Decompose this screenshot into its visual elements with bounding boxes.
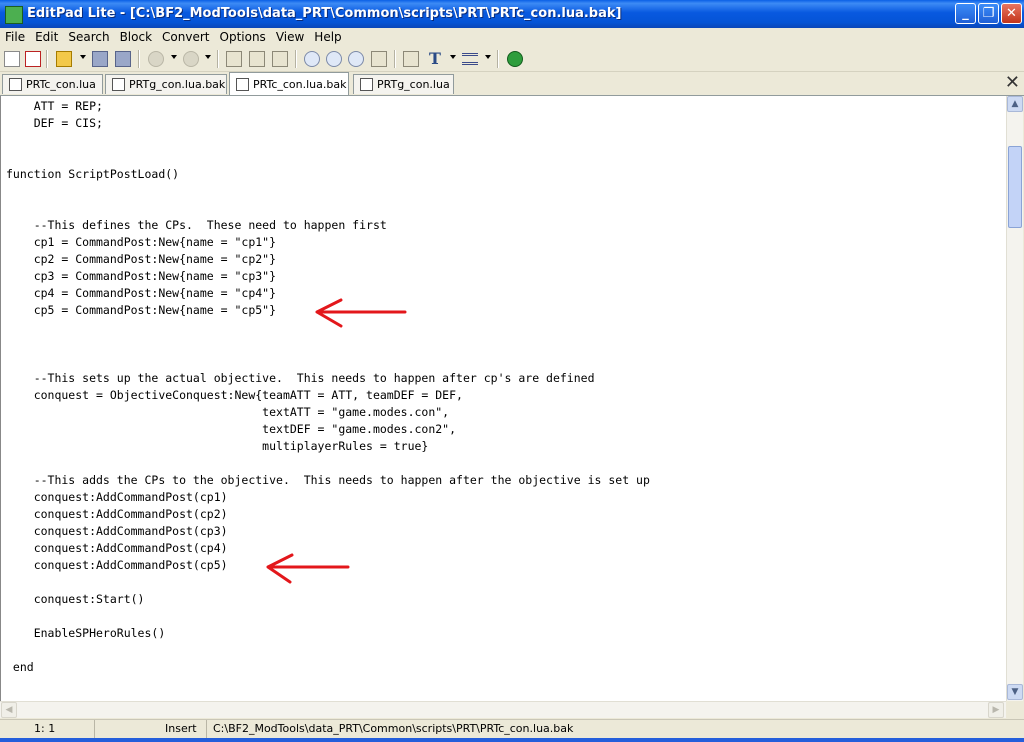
toolbar-separator bbox=[295, 50, 297, 68]
save-icon[interactable] bbox=[92, 51, 108, 67]
tab-label: PRTc_con.lua bbox=[26, 78, 96, 91]
tab-label: PRTc_con.lua.bak bbox=[253, 78, 347, 91]
title-bar: EditPad Lite - [C:\BF2_ModTools\data_PRT… bbox=[0, 0, 1024, 28]
toolbar-separator bbox=[217, 50, 219, 68]
horizontal-scrollbar[interactable]: ◀ ▶ bbox=[0, 701, 1006, 718]
open-folder-icon[interactable] bbox=[56, 51, 72, 67]
file-icon bbox=[9, 78, 22, 91]
copy-icon[interactable] bbox=[249, 51, 265, 67]
tab-label: PRTg_con.lua.bak bbox=[129, 78, 226, 91]
menu-view[interactable]: View bbox=[271, 28, 309, 47]
save-all-icon[interactable] bbox=[115, 51, 131, 67]
text-editor[interactable]: ATT = REP; DEF = CIS; function ScriptPos… bbox=[0, 96, 1006, 701]
toolbar-separator bbox=[394, 50, 396, 68]
close-tab-icon[interactable]: ✕ bbox=[1005, 74, 1020, 92]
red-arrow-annotation bbox=[315, 298, 407, 328]
menu-convert[interactable]: Convert bbox=[157, 28, 214, 47]
menu-block[interactable]: Block bbox=[115, 28, 157, 47]
menu-bar: File Edit Search Block Convert Options View Hel… bbox=[0, 28, 1024, 47]
toolbar-separator bbox=[497, 50, 499, 68]
file-icon bbox=[360, 78, 373, 91]
line-break-icon[interactable] bbox=[462, 53, 478, 65]
menu-help[interactable]: Help bbox=[309, 28, 346, 47]
file-icon bbox=[112, 78, 125, 91]
chevron-down-icon[interactable] bbox=[485, 55, 491, 59]
menu-file[interactable]: File bbox=[0, 28, 30, 47]
paste-icon[interactable] bbox=[272, 51, 288, 67]
scrollbar-corner bbox=[1006, 701, 1024, 718]
tab-prtg-con-lua[interactable]: PRTg_con.lua bbox=[353, 74, 454, 94]
insert-mode[interactable]: Insert bbox=[95, 720, 207, 738]
tab-label: PRTg_con.lua bbox=[377, 78, 450, 91]
undo-icon[interactable] bbox=[148, 51, 164, 67]
chevron-down-icon[interactable] bbox=[80, 55, 86, 59]
minimize-button[interactable]: _ bbox=[955, 3, 976, 24]
red-arrow-annotation bbox=[266, 553, 350, 584]
scroll-right-button[interactable]: ▶ bbox=[988, 702, 1004, 718]
indent-icon[interactable] bbox=[403, 51, 419, 67]
chevron-down-icon[interactable] bbox=[450, 55, 456, 59]
scroll-left-button[interactable]: ◀ bbox=[1, 702, 17, 718]
chevron-down-icon[interactable] bbox=[205, 55, 211, 59]
scroll-down-button[interactable]: ▼ bbox=[1007, 684, 1023, 700]
tab-prtg-con-lua-bak[interactable]: PRTg_con.lua.bak bbox=[105, 74, 227, 94]
menu-options[interactable]: Options bbox=[215, 28, 271, 47]
find-previous-icon[interactable] bbox=[348, 51, 364, 67]
vertical-scrollbar[interactable]: ▲ ▼ bbox=[1006, 96, 1023, 701]
redo-icon[interactable] bbox=[183, 51, 199, 67]
tab-prtc-con-lua-bak[interactable]: PRTc_con.lua.bak bbox=[229, 72, 349, 95]
code-text[interactable]: ATT = REP; DEF = CIS; function ScriptPos… bbox=[6, 98, 650, 676]
close-file-icon[interactable] bbox=[25, 51, 41, 67]
cursor-position: 1: 1 bbox=[0, 720, 95, 738]
toolbar-separator bbox=[46, 50, 48, 68]
app-icon[interactable] bbox=[5, 6, 23, 24]
new-file-icon[interactable] bbox=[4, 51, 20, 67]
replace-icon[interactable] bbox=[371, 51, 387, 67]
font-icon[interactable]: T bbox=[427, 51, 443, 67]
toolbar: T bbox=[0, 47, 1024, 72]
tab-bar: PRTc_con.lua PRTg_con.lua.bak PRTc_con.l… bbox=[0, 72, 1024, 96]
tab-prtc-con-lua[interactable]: PRTc_con.lua bbox=[2, 74, 103, 94]
close-window-button[interactable]: ✕ bbox=[1001, 3, 1022, 24]
find-next-icon[interactable] bbox=[326, 51, 342, 67]
chevron-down-icon[interactable] bbox=[171, 55, 177, 59]
file-icon bbox=[236, 78, 249, 91]
menu-edit[interactable]: Edit bbox=[30, 28, 63, 47]
scroll-thumb[interactable] bbox=[1008, 146, 1022, 228]
restore-button[interactable]: ❐ bbox=[978, 3, 999, 24]
menu-search[interactable]: Search bbox=[63, 28, 114, 47]
toolbar-separator bbox=[138, 50, 140, 68]
taskbar-edge bbox=[0, 738, 1024, 742]
file-path: C:\BF2_ModTools\data_PRT\Common\scripts\… bbox=[213, 722, 574, 735]
cut-icon[interactable] bbox=[226, 51, 242, 67]
status-bar: 1: 1 Insert C:\BF2_ModTools\data_PRT\Com… bbox=[0, 719, 1024, 738]
window-title: EditPad Lite - [C:\BF2_ModTools\data_PRT… bbox=[27, 6, 622, 21]
find-icon[interactable] bbox=[304, 51, 320, 67]
web-icon[interactable] bbox=[507, 51, 523, 67]
scroll-up-button[interactable]: ▲ bbox=[1007, 96, 1023, 112]
